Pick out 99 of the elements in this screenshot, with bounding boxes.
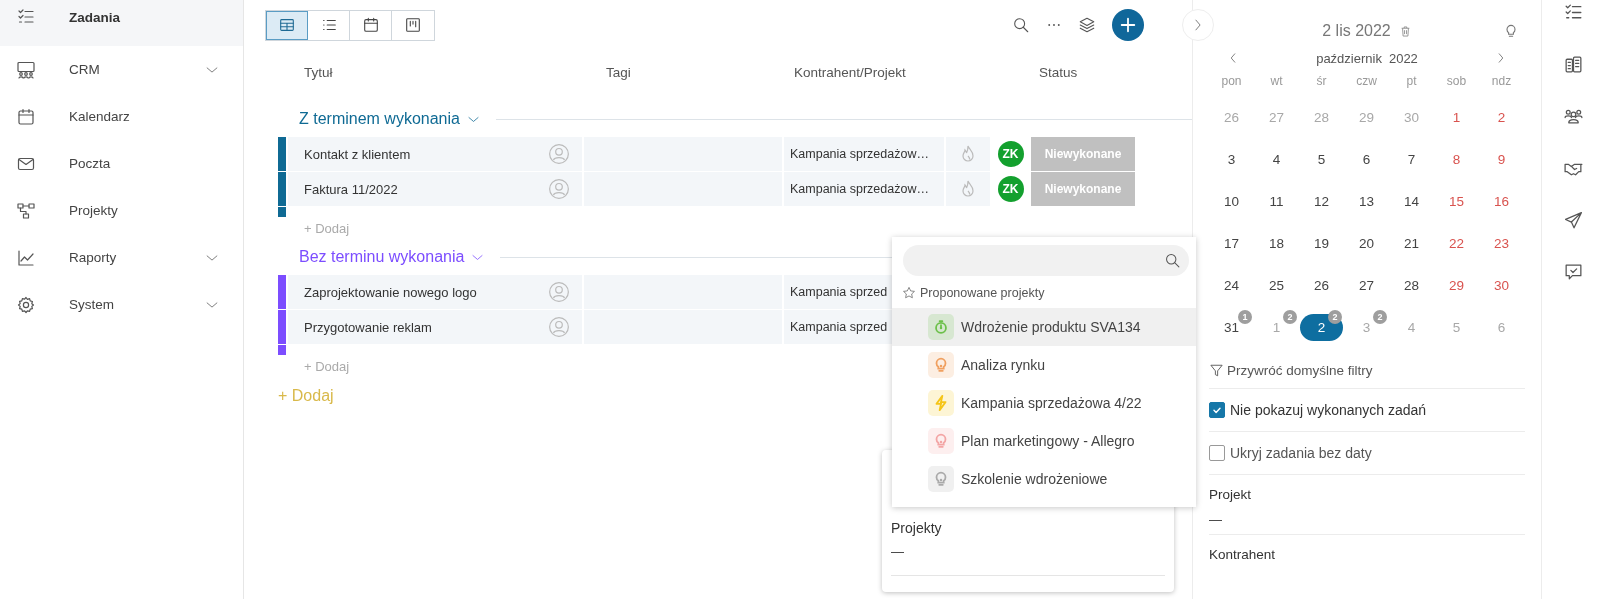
lightbulb-icon[interactable] — [1503, 23, 1519, 39]
calendar-day[interactable]: 29 — [1449, 277, 1464, 293]
calendar-day[interactable]: 24 — [1224, 277, 1239, 293]
calendar-day[interactable]: 15 — [1449, 193, 1464, 209]
field-label: Kontrahent — [1209, 547, 1277, 562]
calendar-day[interactable]: 18 — [1269, 235, 1284, 251]
view-mode-tab[interactable] — [266, 10, 308, 40]
year-label[interactable]: 2022 — [1388, 50, 1418, 66]
calendar-day[interactable]: 12 — [1314, 193, 1329, 209]
user-icon[interactable] — [548, 281, 570, 303]
field-value[interactable]: — — [1209, 512, 1525, 527]
count-badge: 2 — [1283, 310, 1297, 324]
section-title: Proponowane projekty — [920, 286, 1045, 300]
column-header[interactable]: Tytuł — [288, 64, 582, 80]
calendar-day[interactable]: 23 — [1494, 235, 1509, 251]
project-option[interactable]: Wdrożenie produktu SVA134 — [892, 308, 1196, 346]
calendar-day[interactable]: 4 — [1272, 151, 1281, 167]
task-title[interactable]: Faktura 11/2022 — [304, 181, 398, 197]
column-header[interactable]: Tagi — [584, 64, 782, 80]
calendar-day[interactable]: 19 — [1314, 235, 1329, 251]
calendar-day[interactable]: 28 — [1404, 277, 1419, 293]
filter-icon — [1209, 362, 1224, 378]
selected-date: 2 lis 2022 — [1322, 22, 1391, 40]
calendar-day[interactable]: 21 — [1404, 235, 1419, 251]
plus-icon — [1119, 16, 1137, 34]
group-title[interactable]: Bez terminu wykonania — [299, 248, 465, 266]
calendar-icon — [361, 16, 380, 34]
calendar-day[interactable]: 17 — [1224, 235, 1239, 251]
presentation-icon — [16, 59, 36, 80]
project-option[interactable]: Analiza rynku — [892, 346, 1196, 384]
user-icon[interactable] — [548, 316, 570, 338]
search-icon[interactable] — [1012, 16, 1030, 34]
search-icon[interactable] — [1164, 252, 1181, 269]
checkbox-label: Ukryj zadania bez daty — [1230, 445, 1372, 461]
calendar-day[interactable]: 7 — [1407, 151, 1416, 167]
calendar-day[interactable]: 6 — [1362, 151, 1371, 167]
month-name[interactable]: październik — [1316, 50, 1382, 66]
weekday-label: pt — [1405, 74, 1418, 90]
sidebar-item[interactable]: Raporty — [0, 234, 243, 281]
count-badge: 2 — [1328, 310, 1342, 324]
calendar-day[interactable]: 10 — [1224, 193, 1239, 209]
calendar-day[interactable]: 1 — [1452, 109, 1461, 125]
calendar-day[interactable]: 25 — [1269, 277, 1284, 293]
calendar-day[interactable]: 8 — [1452, 151, 1461, 167]
sidebar-item[interactable]: Zadania — [0, 0, 243, 46]
calendar-day[interactable]: 13 — [1359, 193, 1374, 209]
calendar-day[interactable]: 2 — [1497, 109, 1506, 125]
field-value[interactable]: — — [891, 544, 1165, 559]
sidebar-item[interactable]: System — [0, 281, 243, 328]
count-badge: 2 — [1373, 310, 1387, 324]
calendar-day[interactable]: 9 — [1497, 151, 1506, 167]
weekday-label: wt — [1269, 74, 1284, 90]
checkbox[interactable] — [1209, 402, 1225, 418]
count-badge: 1 — [1238, 310, 1252, 324]
weekday-label: pon — [1220, 74, 1243, 90]
add-button[interactable] — [1112, 9, 1144, 41]
calendar-day[interactable]: 27 — [1359, 277, 1374, 293]
gear-icon — [16, 294, 36, 315]
calendar-day[interactable]: 30 — [1494, 277, 1509, 293]
weekday-label: ndz — [1490, 74, 1513, 90]
calendar-day[interactable]: 31 — [1224, 319, 1239, 335]
paper-plane-icon[interactable] — [1563, 210, 1584, 231]
calendar-day[interactable]: 22 — [1449, 235, 1464, 251]
checkbox[interactable] — [1209, 445, 1225, 461]
weekday-label: sob — [1445, 74, 1468, 90]
project-option[interactable]: Szkolenie wdrożeniowe — [892, 460, 1196, 498]
calendar-icon — [16, 106, 36, 127]
task-title[interactable]: Kontakt z klientem — [304, 146, 411, 162]
reset-filters-link[interactable]: Przywróć domyślne filtry — [1227, 362, 1373, 378]
calendar-day[interactable]: 20 — [1359, 235, 1374, 251]
calendar-day[interactable]: 11 — [1269, 193, 1284, 209]
checkbox-label: Nie pokazuj wykonanych zadań — [1230, 402, 1427, 418]
table-icon — [277, 16, 296, 34]
user-icon[interactable] — [548, 178, 570, 200]
search-field[interactable] — [903, 245, 1189, 276]
calendar-day[interactable]: 16 — [1494, 193, 1509, 209]
project-option[interactable]: Kampania sprzedażowa 4/22 — [892, 384, 1196, 422]
kanban-icon — [404, 16, 422, 34]
sidebar-item[interactable]: Projekty — [0, 187, 243, 234]
calendar-day[interactable]: 3 — [1227, 151, 1236, 167]
calendar-day[interactable]: 14 — [1404, 193, 1419, 209]
weekday-label: śr — [1315, 74, 1328, 90]
project-option[interactable]: Plan marketingowy - Allegro — [892, 422, 1196, 460]
calendar-day[interactable]: 26 — [1314, 277, 1329, 293]
field-label: Projekty — [891, 520, 943, 536]
sidebar-item[interactable]: Poczta — [0, 140, 243, 187]
sidebar-item[interactable]: CRM — [0, 46, 243, 93]
star-icon — [902, 286, 916, 300]
sidebar-item[interactable]: Kalendarz — [0, 93, 243, 140]
hierarchy-icon — [16, 200, 36, 221]
building-icon[interactable] — [1563, 54, 1584, 75]
user-icon[interactable] — [548, 143, 570, 165]
weekday-label: czw — [1355, 74, 1378, 90]
layers-icon[interactable] — [1078, 16, 1096, 34]
group-title[interactable]: Z terminem wykonania — [299, 110, 460, 128]
column-header[interactable]: Kontrahent/Projekt — [784, 64, 944, 80]
column-header[interactable]: Status — [946, 64, 1135, 80]
field-label: Projekt — [1209, 487, 1253, 502]
calendar-day[interactable]: 5 — [1317, 151, 1326, 167]
